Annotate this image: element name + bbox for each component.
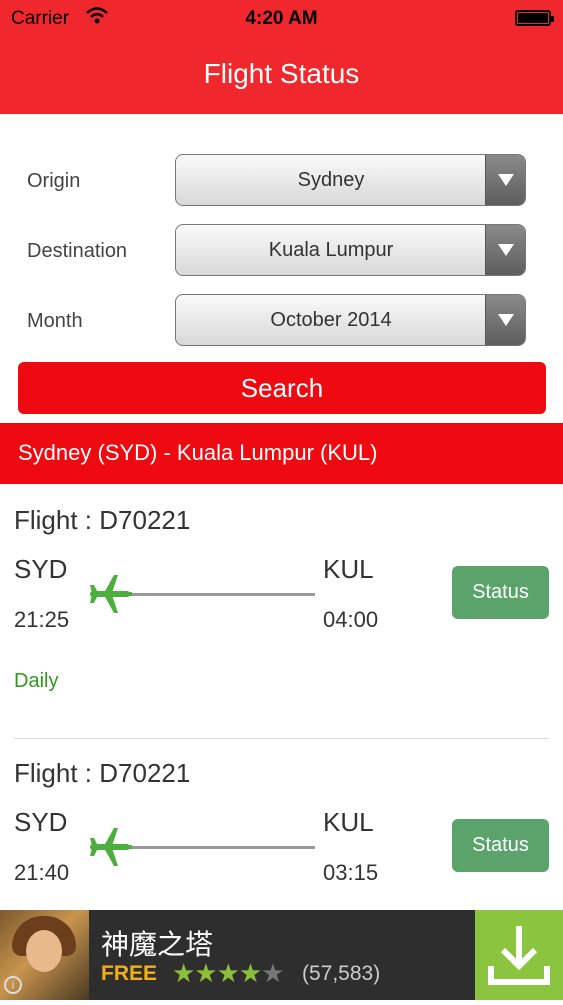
route-header-text: Sydney (SYD) - Kuala Lumpur (KUL) bbox=[18, 440, 378, 465]
origin-code: SYD bbox=[14, 807, 68, 837]
info-icon[interactable]: i bbox=[4, 976, 22, 994]
battery-icon bbox=[515, 10, 554, 26]
destination-label: Destination bbox=[27, 240, 128, 262]
rating-stars-empty: ★ bbox=[261, 958, 284, 988]
airplane-icon bbox=[88, 824, 134, 875]
origin-label: Origin bbox=[27, 170, 81, 192]
route-header: Sydney (SYD) - Kuala Lumpur (KUL) bbox=[0, 423, 563, 484]
download-icon[interactable] bbox=[475, 910, 563, 1000]
flight-number: Flight : D70221 bbox=[14, 758, 191, 788]
dropdown-arrow-icon[interactable] bbox=[485, 295, 525, 345]
flight-number: Flight : D70221 bbox=[14, 505, 191, 535]
status-button[interactable]: Status bbox=[452, 819, 549, 872]
route-line bbox=[120, 593, 315, 596]
dropdown-arrow-icon[interactable] bbox=[485, 155, 525, 205]
search-button[interactable]: Search bbox=[18, 362, 546, 414]
rating-stars: ★★★★★ bbox=[172, 958, 285, 989]
ad-app-icon[interactable]: i bbox=[0, 910, 89, 1000]
route-line bbox=[120, 846, 315, 849]
arrival-time: 03:15 bbox=[323, 860, 379, 885]
page-title: Flight Status bbox=[203, 58, 360, 89]
destination-code: KUL bbox=[323, 554, 374, 584]
destination-code: KUL bbox=[323, 807, 374, 837]
airplane-icon bbox=[88, 571, 134, 622]
nav-bar: Flight Status bbox=[0, 38, 563, 114]
departure-time: 21:40 bbox=[14, 860, 70, 885]
status-button[interactable]: Status bbox=[452, 566, 549, 619]
frequency-label: Daily bbox=[14, 670, 59, 692]
destination-value: Kuala Lumpur bbox=[268, 239, 394, 261]
month-label: Month bbox=[27, 310, 83, 332]
destination-row: Destination Kuala Lumpur bbox=[0, 224, 563, 276]
month-row: Month October 2014 bbox=[0, 294, 563, 346]
origin-select[interactable]: Sydney bbox=[175, 154, 526, 206]
ad-banner[interactable]: i 神魔之塔 FREE ★★★★★ (57,583) bbox=[0, 910, 563, 1000]
month-value: October 2014 bbox=[270, 309, 392, 331]
clock: 4:20 AM bbox=[245, 8, 318, 29]
origin-row: Origin Sydney bbox=[0, 154, 563, 206]
departure-time: 21:25 bbox=[14, 607, 70, 632]
destination-select[interactable]: Kuala Lumpur bbox=[175, 224, 526, 276]
flight-card: Flight : D70221 SYD KUL 21:25 04:00 Stat… bbox=[0, 486, 563, 738]
origin-value: Sydney bbox=[297, 169, 365, 191]
rating-stars-filled: ★★★★ bbox=[172, 958, 262, 988]
status-bar: Carrier 4:20 AM bbox=[0, 0, 563, 38]
month-select[interactable]: October 2014 bbox=[175, 294, 526, 346]
dropdown-arrow-icon[interactable] bbox=[485, 225, 525, 275]
arrival-time: 04:00 bbox=[323, 607, 379, 632]
ad-app-name: 神魔之塔 bbox=[101, 929, 214, 960]
rating-count: (57,583) bbox=[302, 962, 381, 985]
origin-code: SYD bbox=[14, 554, 68, 584]
ad-price: FREE bbox=[101, 962, 158, 985]
